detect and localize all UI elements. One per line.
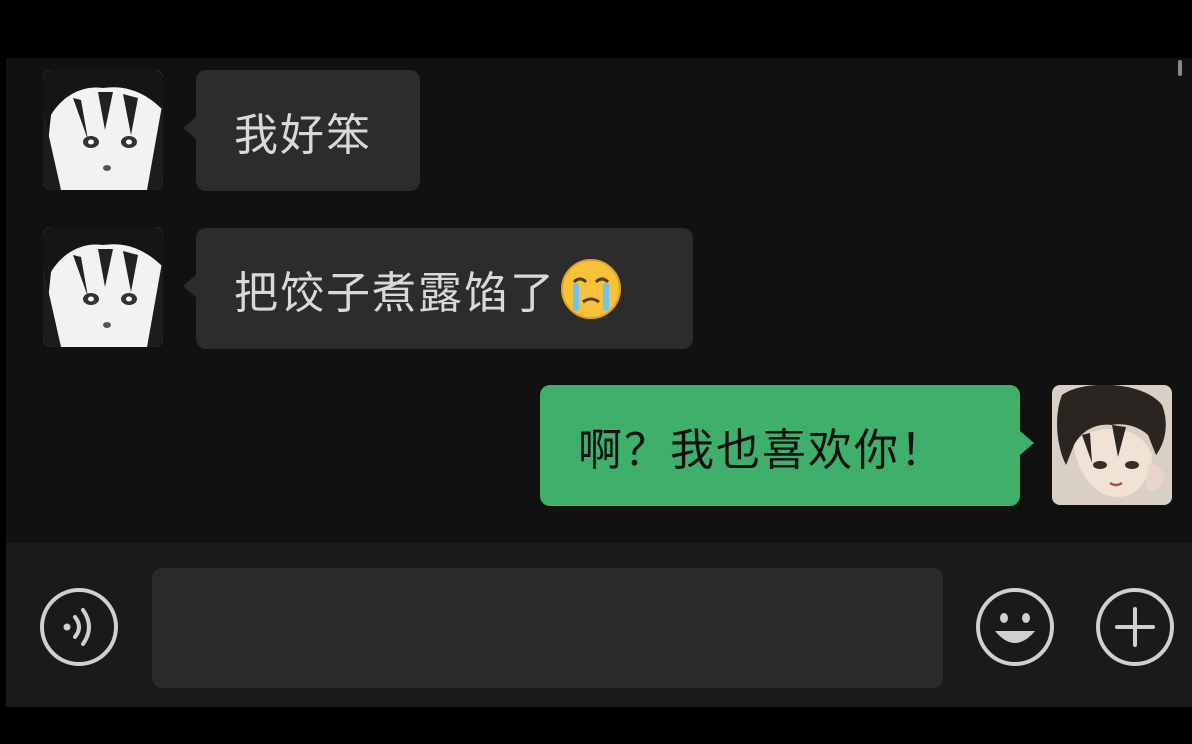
plus-icon[interactable] [1095,587,1175,667]
emoji-icon[interactable] [975,587,1055,667]
message-input[interactable] [152,568,943,688]
bottom-bar [0,707,1192,744]
voice-icon[interactable] [39,587,119,667]
bubble-tail [183,116,197,140]
anime-girl-avatar[interactable] [43,227,163,347]
bubble-tail [183,274,197,298]
message-text: 把饺子煮露馅了 [234,267,556,319]
input-bar [6,543,1192,707]
message-text: 啊？我也喜欢你！ [578,424,946,476]
bubble-tail [1020,431,1034,455]
anime-boy-avatar[interactable] [1052,385,1172,505]
incoming-message-bubble[interactable]: 我好笨 [196,70,420,191]
incoming-message-bubble[interactable]: 把饺子煮露馅了 [196,228,693,349]
scrollbar[interactable] [1178,60,1182,76]
message-text: 我好笨 [234,109,372,161]
outgoing-message-bubble[interactable]: 啊？我也喜欢你！ [540,385,1020,506]
message-list[interactable]: 我好笨 把饺子煮露馅了 啊？我也喜欢你！ [6,58,1192,543]
chat-screen: 我好笨 把饺子煮露馅了 啊？我也喜欢你！ [0,0,1192,744]
anime-girl-avatar[interactable] [43,70,163,190]
crying-face-emoji [560,258,622,320]
